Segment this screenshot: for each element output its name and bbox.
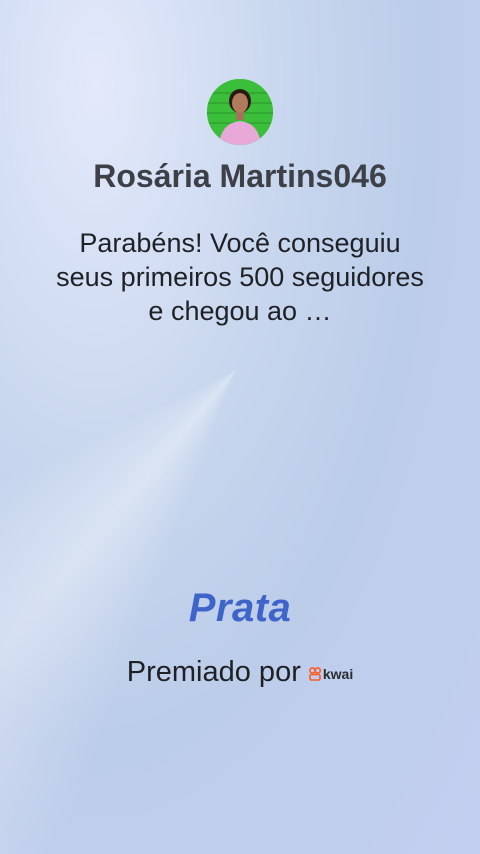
username: Rosária Martins046 [93,158,387,194]
kwai-logo-text: kwai [322,665,354,682]
avatar-image [207,79,273,145]
kwai-logo-icon [308,666,321,681]
awarded-by-row: Premiado por kwai [0,656,480,689]
congratulation-message: Parabéns! Você conseguiu seus primeiros … [56,228,424,326]
tier-badge-label: Prata [188,586,292,630]
awarded-by-label: Premiado por [126,656,301,688]
avatar[interactable] [207,79,273,145]
kwai-logo: kwai [308,665,354,682]
